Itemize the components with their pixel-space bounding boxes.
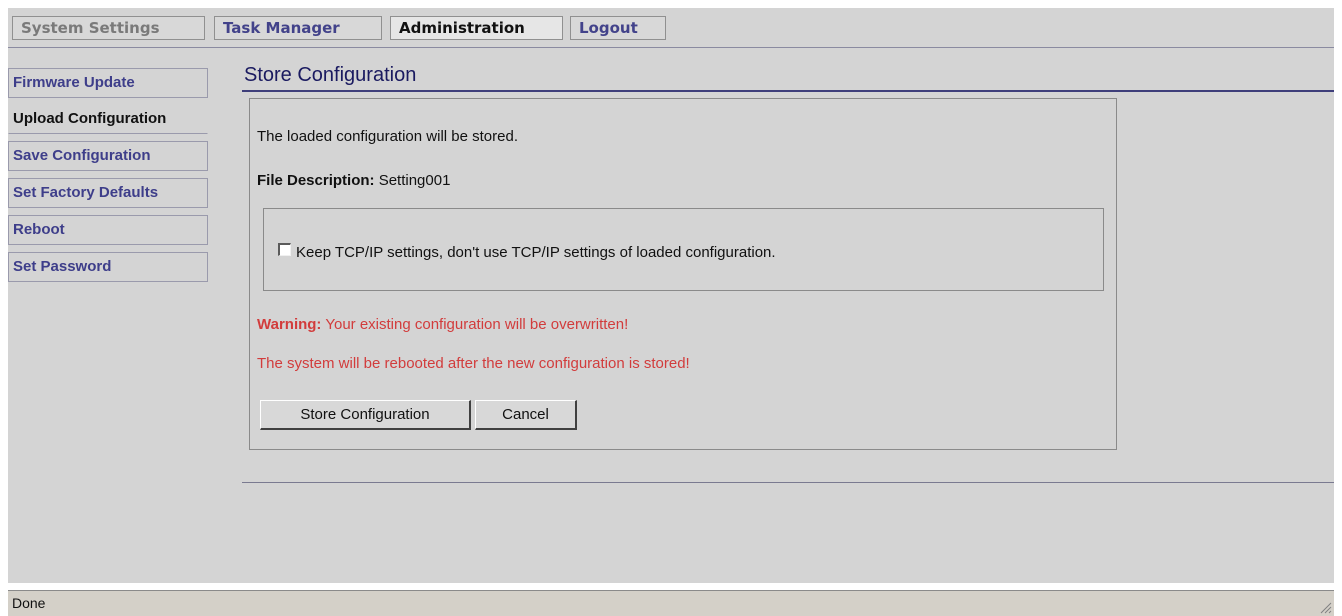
intro-text: The loaded configuration will be stored. [257, 128, 518, 145]
warning-text: Your existing configuration will be over… [325, 316, 629, 333]
tab-logout[interactable]: Logout [570, 16, 666, 40]
sidebar-item-set-factory-defaults[interactable]: Set Factory Defaults [8, 178, 208, 208]
keep-tcpip-label[interactable]: Keep TCP/IP settings, don't use TCP/IP s… [296, 244, 776, 261]
sidebar-item-save-configuration[interactable]: Save Configuration [8, 141, 208, 171]
tab-system-settings[interactable]: System Settings [12, 16, 205, 40]
file-description-value: Setting001 [378, 172, 451, 189]
sidebar-item-firmware-update[interactable]: Firmware Update [8, 68, 208, 98]
file-description: File Description: Setting001 [257, 172, 450, 189]
status-bar: Done [8, 590, 1334, 616]
warning-message: Warning: Your existing configuration wil… [257, 316, 628, 333]
tab-task-manager[interactable]: Task Manager [214, 16, 382, 40]
bottom-divider [242, 482, 1334, 483]
page-title: Store Configuration [244, 64, 417, 86]
resize-grip-icon[interactable] [1318, 600, 1332, 614]
sidebar-item-upload-configuration[interactable]: Upload Configuration [8, 104, 208, 134]
warning-label: Warning: [257, 316, 322, 333]
browser-content: System Settings Task Manager Administrat… [8, 8, 1334, 583]
cancel-button[interactable]: Cancel [475, 400, 577, 430]
reboot-notice: The system will be rebooted after the ne… [257, 355, 690, 372]
status-text: Done [12, 595, 46, 611]
sidebar-item-set-password[interactable]: Set Password [8, 252, 208, 282]
sidebar-item-reboot[interactable]: Reboot [8, 215, 208, 245]
store-configuration-button[interactable]: Store Configuration [260, 400, 471, 430]
title-divider [242, 90, 1334, 92]
file-description-label: File Description: [257, 172, 375, 189]
tab-administration[interactable]: Administration [390, 16, 563, 40]
keep-tcpip-checkbox[interactable] [278, 243, 291, 256]
main-tab-bar: System Settings Task Manager Administrat… [8, 16, 1334, 48]
